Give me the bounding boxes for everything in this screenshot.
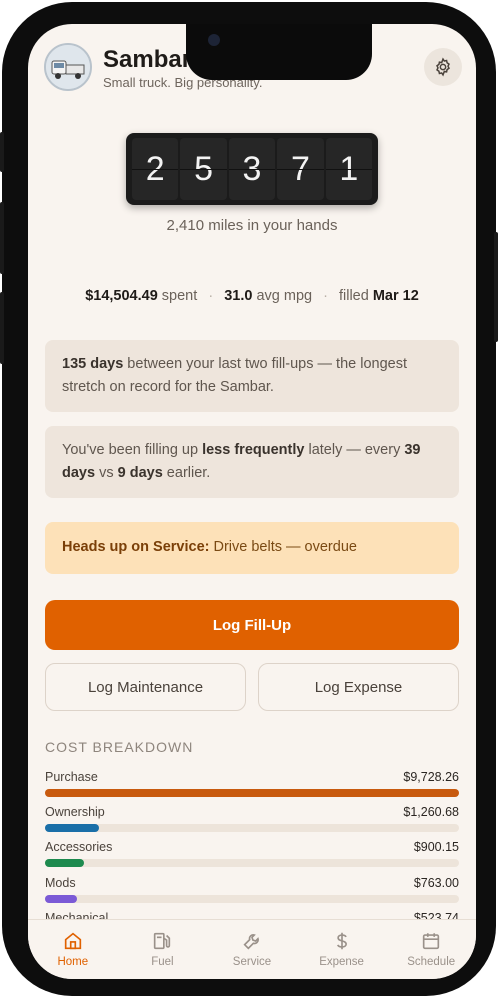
insight-card: 135 days between your last two fill-ups … [45, 340, 459, 412]
log-expense-button[interactable]: Log Expense [258, 663, 459, 711]
camera [208, 34, 220, 46]
cost-bar-track [45, 895, 459, 903]
insight-text: earlier. [162, 465, 211, 481]
odometer-digit: 2 [132, 138, 179, 200]
total-spent: $14,504.49 [85, 288, 158, 304]
alert-label: Heads up on Service: [62, 539, 210, 555]
fuel-icon [154, 932, 171, 950]
cost-bar-track [45, 824, 459, 832]
cost-bar-track [45, 859, 459, 867]
odometer-digit: 1 [325, 138, 373, 200]
odometer-digit: 7 [277, 138, 325, 200]
settings-button[interactable] [424, 48, 462, 86]
insight-text: You've been filling up [62, 442, 203, 458]
cost-value: $900.15 [413, 840, 459, 854]
filled-date: Mar 12 [372, 288, 419, 304]
tab-label: Home [57, 956, 89, 968]
separator: · [208, 288, 214, 304]
spent-label: spent [161, 288, 198, 304]
odometer-digit: 5 [180, 138, 228, 200]
mpg-label: avg mpg [256, 288, 313, 304]
cost-label: Ownership [45, 805, 105, 819]
cost-bar-fill [45, 895, 78, 903]
alert-text: Drive belts — overdue [209, 539, 357, 555]
dollar-icon [336, 932, 347, 950]
insight-bold: 135 days [62, 356, 124, 372]
truck-icon [46, 45, 90, 89]
tab-label: Schedule [407, 956, 456, 968]
page-title: Sambar [103, 46, 192, 73]
cost-value: $763.00 [413, 876, 459, 890]
log-maintenance-button[interactable]: Log Maintenance [45, 663, 246, 711]
side-button [0, 132, 4, 172]
cost-label: Accessories [45, 840, 113, 854]
volume-up-button [0, 202, 4, 274]
avg-mpg: 31.0 [224, 288, 253, 304]
odometer-digit: 3 [228, 138, 276, 200]
home-icon [64, 932, 81, 950]
app-screen: Sambar Small truck. Big personality. 2 5… [28, 24, 476, 979]
tab-service[interactable]: Service [207, 920, 297, 979]
odometer-caption: 2,410 miles in your hands [166, 217, 338, 234]
calendar-icon [423, 933, 440, 950]
cost-value: $9,728.26 [403, 770, 459, 784]
insight-text: vs [95, 465, 118, 481]
wrench-icon [243, 934, 259, 950]
cost-row: Mods $763.00 [45, 876, 459, 906]
cost-bar-fill [45, 859, 84, 867]
cost-row: Purchase $9,728.26 [45, 770, 459, 800]
cost-label: Mods [45, 876, 76, 890]
log-fillup-button[interactable]: Log Fill-Up [45, 600, 459, 650]
notch [186, 24, 372, 80]
insight-text: lately — every [304, 442, 405, 458]
insight-card: You've been filling up less frequently l… [45, 426, 459, 498]
tab-expense[interactable]: Expense [297, 920, 387, 979]
cost-row: Accessories $900.15 [45, 840, 459, 870]
tab-schedule[interactable]: Schedule [386, 920, 476, 979]
insight-bold: 9 days [117, 465, 163, 481]
stats-row: $14,504.49 spent · 31.0 avg mpg · filled… [28, 288, 476, 304]
power-button [494, 232, 498, 342]
tab-label: Fuel [151, 956, 174, 968]
section-title: COST BREAKDOWN [45, 739, 194, 755]
separator: · [323, 288, 328, 304]
service-alert[interactable]: Heads up on Service: Drive belts — overd… [45, 522, 459, 574]
tab-bar: Home Fuel Service Expense Schedule [28, 919, 476, 979]
volume-down-button [0, 292, 4, 364]
phone-frame: Sambar Small truck. Big personality. 2 5… [0, 2, 498, 996]
vehicle-avatar[interactable] [44, 43, 92, 91]
cost-bar-fill [45, 789, 459, 797]
gear-icon [436, 57, 450, 77]
tab-label: Expense [319, 956, 364, 968]
tab-home[interactable]: Home [28, 920, 118, 979]
cost-value: $1,260.68 [403, 805, 459, 819]
tab-label: Service [232, 956, 272, 968]
filled-label: filled [338, 288, 369, 304]
odometer: 2 5 3 7 1 [126, 133, 378, 205]
cost-label: Purchase [45, 770, 98, 784]
cost-bar-fill [45, 824, 99, 832]
insight-bold: less frequently [202, 442, 305, 458]
tab-fuel[interactable]: Fuel [118, 920, 208, 979]
cost-row: Ownership $1,260.68 [45, 805, 459, 835]
cost-bar-track [45, 789, 459, 797]
